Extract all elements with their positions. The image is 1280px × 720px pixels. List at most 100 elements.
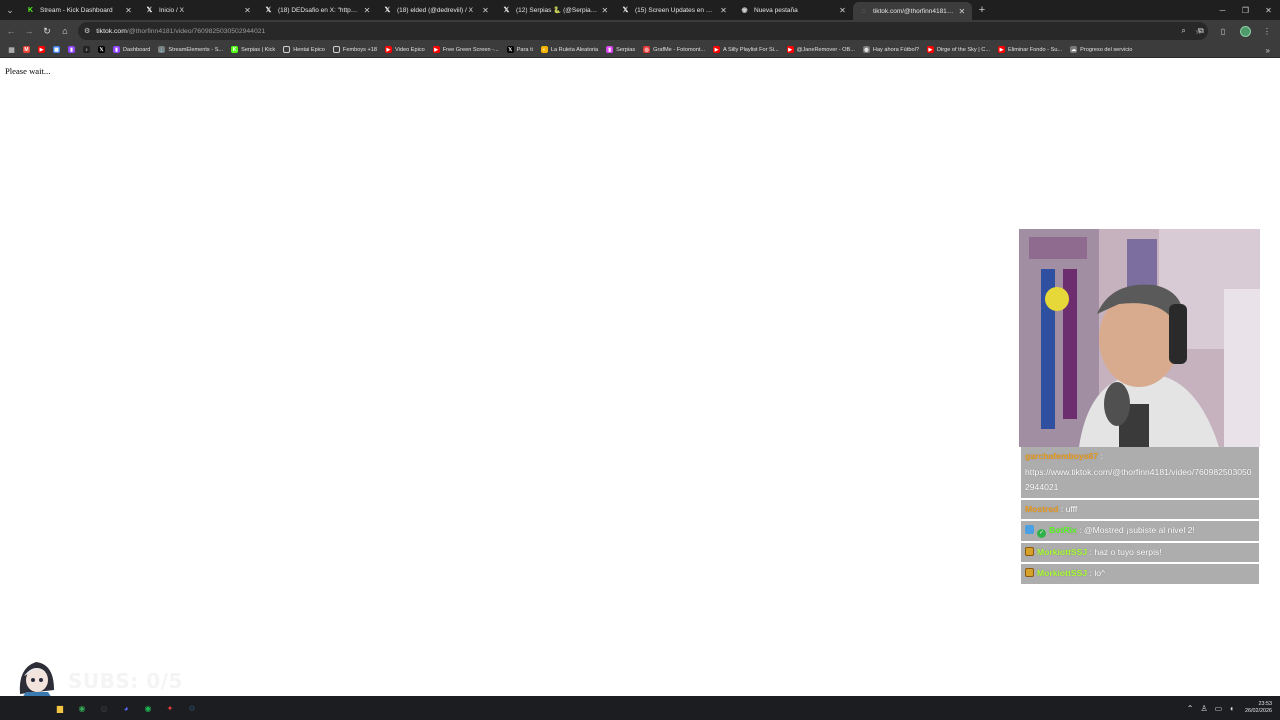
- bookmark-item[interactable]: ☁ Progreso del servicio: [1066, 43, 1136, 57]
- browser-tab[interactable]: 𝕏 (15) Screen Updates en X: " ✕: [615, 0, 734, 20]
- sidebar-icon[interactable]: ▯: [1214, 22, 1232, 40]
- microphone-icon[interactable]: ♙: [1200, 704, 1207, 713]
- bookmark-item[interactable]: ▶ Dirge of the Sky | C...: [923, 43, 994, 57]
- bookmark-item[interactable]: ▶ Video Epico: [381, 43, 429, 57]
- chat-username: garchafemboys67: [1025, 451, 1099, 461]
- minimize-icon[interactable]: ─: [1211, 0, 1234, 20]
- close-tab-icon[interactable]: ✕: [958, 7, 966, 16]
- bookmark-item[interactable]: ♪: [79, 43, 94, 57]
- browser-tab[interactable]: ◌ tiktok.com/@thorfinn4181/vide ✕: [853, 2, 972, 20]
- folder-icon: ▭: [332, 46, 340, 53]
- close-tab-icon[interactable]: ✕: [601, 6, 609, 15]
- profile-avatar[interactable]: [1236, 22, 1254, 40]
- tab-title: (15) Screen Updates en X: ": [635, 6, 716, 14]
- bookmark-item[interactable]: ▮ Serpias: [602, 43, 639, 57]
- url-path: /@thorfinn4181/video/7609825030502944021: [126, 27, 266, 35]
- forward-icon[interactable]: →: [20, 22, 38, 40]
- app-icon[interactable]: ✦: [162, 700, 178, 716]
- chat-username: MorkiottSSJ: [1037, 568, 1088, 578]
- steam-icon[interactable]: ⚙: [184, 700, 200, 716]
- bookmark-item[interactable]: ▶: [34, 43, 49, 57]
- chat-text: haz o tuyo serpis!: [1094, 546, 1162, 557]
- bookmark-item[interactable]: ▮: [64, 43, 79, 57]
- bookmark-item[interactable]: ▶ Free Green Screen -...: [429, 43, 503, 57]
- webcam-overlay: [1019, 229, 1260, 447]
- site-info-icon[interactable]: ⚙: [84, 27, 90, 35]
- bookmark-item[interactable]: 𝕏: [94, 43, 109, 57]
- bookmark-item[interactable]: ▮ Dashboard: [109, 43, 154, 57]
- tab-title: Stream - Kick Dashboard: [40, 6, 113, 14]
- browser-tab[interactable]: 𝕏 (18) elded (@dedreviil) / X ✕: [377, 0, 496, 20]
- tab-search-icon[interactable]: ⌄: [0, 0, 20, 20]
- file-explorer-icon[interactable]: ▆: [52, 700, 68, 716]
- tray-chevron-icon[interactable]: ⌃: [1187, 704, 1194, 713]
- browser-tab[interactable]: 𝕏 (18) DEDsafio en X: "https://t.co✕: [258, 0, 377, 20]
- browser-tab[interactable]: ◉ Nueva pestaña ✕: [734, 0, 853, 20]
- browser-tab[interactable]: K Stream - Kick Dashboard ✕: [20, 0, 139, 20]
- bookmark-item[interactable]: ▶ A Silly Playlist For Si...: [709, 43, 783, 57]
- bookmark-item[interactable]: M: [19, 43, 34, 57]
- chrome-icon[interactable]: ◉: [74, 700, 90, 716]
- twitch-icon: ▮: [68, 46, 75, 53]
- tab-title: (18) DEDsafio en X: "https://t.co: [278, 6, 360, 14]
- tab-strip: ⌄ K Stream - Kick Dashboard ✕ 𝕏 Inicio / X ✕ 𝕏…: [0, 0, 1280, 20]
- browser-tab[interactable]: 𝕏 Inicio / X ✕: [139, 0, 258, 20]
- network-icon[interactable]: ▭: [1215, 704, 1223, 713]
- close-tab-icon[interactable]: ✕: [481, 6, 490, 15]
- address-bar[interactable]: ⚙ tiktok.com /@thorfinn4181/video/760982…: [78, 22, 1208, 40]
- chat-username: BotRix: [1049, 525, 1077, 535]
- restore-icon[interactable]: ❐: [1234, 0, 1257, 20]
- chat-separator: :: [1079, 525, 1082, 535]
- zoom-icon[interactable]: ⌕: [1181, 26, 1185, 36]
- youtube-icon: ▶: [384, 46, 392, 53]
- bookmark-item[interactable]: ◍ Hay ahora Fútbol?: [859, 43, 923, 57]
- bookmarks-bar: ▦ M ▶ ▦ ▮ ♪ 𝕏 ▮ Dashboard ⚓ StreamElements - S...…: [0, 42, 1280, 58]
- volume-icon[interactable]: ◖: [1229, 704, 1234, 713]
- bookmark-item[interactable]: ◎ GrafMe - Fotomont...: [639, 43, 709, 57]
- reload-icon[interactable]: ↻: [38, 22, 56, 40]
- discord-icon[interactable]: ◕: [118, 700, 134, 716]
- spotify-icon[interactable]: ◉: [140, 700, 156, 716]
- close-tab-icon[interactable]: ✕: [124, 6, 133, 15]
- loading-message: Please wait...: [5, 66, 51, 76]
- gmail-icon: M: [23, 46, 30, 53]
- bot-badge-icon: [1025, 525, 1034, 534]
- bookmark-item[interactable]: ▶ Eliminar Fondo - Su...: [994, 43, 1066, 57]
- browser-tab[interactable]: 𝕏 (12) Serpias 🐍 (@Serpias) / X ✕: [496, 0, 615, 20]
- chat-separator: :: [1060, 503, 1064, 514]
- bookmark-label: Serpias: [616, 46, 636, 53]
- extensions-icon[interactable]: ⧉: [1192, 22, 1210, 40]
- bookmark-item[interactable]: ◐ La Ruleta Aleatoria: [537, 43, 602, 57]
- bookmark-item[interactable]: 𝕏 Para ti: [503, 43, 537, 57]
- grafme-icon: ◎: [643, 46, 651, 53]
- menu-icon[interactable]: ⋮: [1258, 22, 1276, 40]
- bookmark-label: Hay ahora Fútbol?: [872, 46, 919, 53]
- more-bookmarks-icon[interactable]: »: [1266, 42, 1270, 58]
- bookmark-item[interactable]: ▭Hentai Epico: [279, 43, 329, 57]
- window-controls: ─ ❐ ✕: [1211, 0, 1280, 20]
- bookmark-label: A Silly Playlist For Si...: [723, 46, 779, 53]
- close-window-icon[interactable]: ✕: [1257, 0, 1280, 20]
- close-tab-icon[interactable]: ✕: [838, 6, 847, 15]
- close-tab-icon[interactable]: ✕: [243, 6, 252, 15]
- new-tab-button[interactable]: +: [974, 2, 990, 18]
- bookmark-label: Dashboard: [123, 46, 151, 53]
- subs-goal-overlay: SUBS: 0/5: [14, 662, 183, 698]
- close-tab-icon[interactable]: ✕: [363, 6, 371, 15]
- bookmark-item[interactable]: ▭Femboys +18: [329, 43, 381, 57]
- apps-grid-icon[interactable]: ▦: [4, 43, 19, 57]
- close-tab-icon[interactable]: ✕: [719, 6, 728, 15]
- bookmark-item[interactable]: ⚓ StreamElements - S...: [154, 43, 227, 57]
- apps-icon: ▦: [53, 46, 60, 53]
- x-icon: 𝕏: [265, 7, 272, 14]
- back-icon[interactable]: ←: [2, 22, 20, 40]
- bookmark-item[interactable]: ▦: [49, 43, 64, 57]
- obs-icon[interactable]: ◎: [96, 700, 112, 716]
- bookmark-item[interactable]: ▶ @JaneRemover - OB...: [783, 43, 859, 57]
- clock[interactable]: 23:53 26/02/2026: [1245, 701, 1272, 715]
- bookmark-item[interactable]: K Serpias | Kick: [227, 43, 279, 57]
- home-icon[interactable]: ⌂: [56, 22, 74, 40]
- chat-text: https://www.tiktok.com/@thorfinn4181/vid…: [1025, 466, 1252, 493]
- stream-chat: garchafemboys67 : https://www.tiktok.com…: [1021, 447, 1259, 586]
- bookmark-label: Serpias | Kick: [241, 46, 276, 53]
